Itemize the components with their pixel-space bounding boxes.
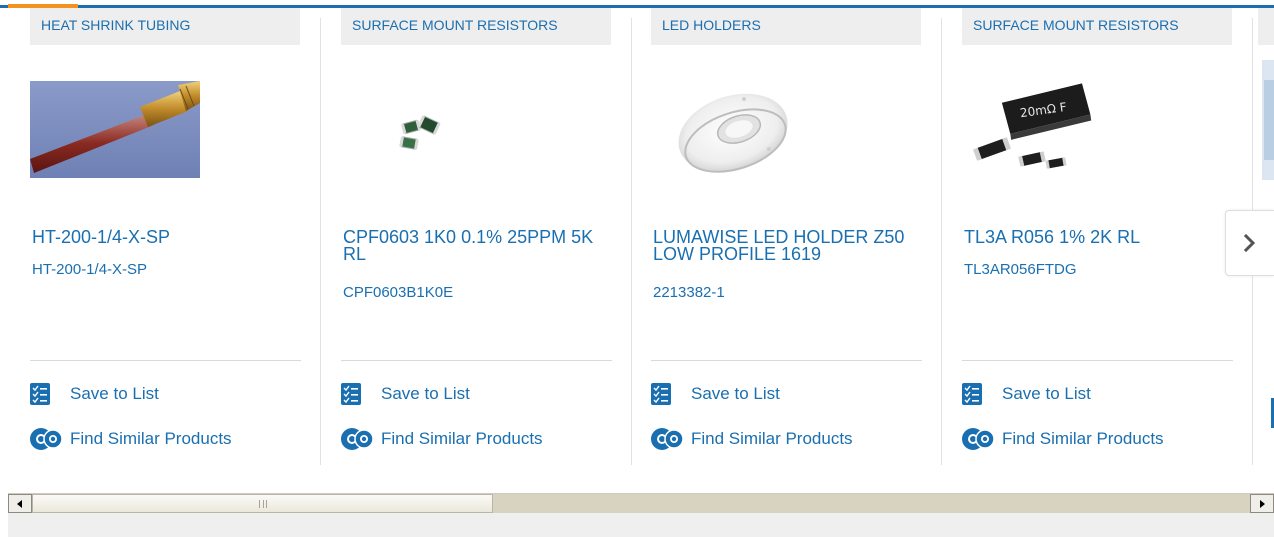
find-similar-label: Find Similar Products: [691, 429, 853, 448]
scrollbar-grip: [259, 500, 267, 508]
card-divider: [651, 360, 922, 361]
save-to-list-button[interactable]: Save to List: [341, 382, 470, 406]
find-similar-icon: [341, 428, 374, 450]
save-to-list-label: Save to List: [1002, 384, 1091, 403]
find-similar-button[interactable]: Find Similar Products: [962, 427, 1164, 451]
save-to-list-label: Save to List: [70, 384, 159, 403]
checklist-icon: [651, 383, 671, 405]
product-title-link[interactable]: HT-200-1/4-X-SP: [32, 228, 294, 246]
checklist-icon: [962, 383, 982, 405]
triangle-right-icon: [1260, 499, 1265, 508]
product-card: HEAT SHRINK TUBING HT-200-1/4-X-SP HT-20…: [30, 0, 302, 470]
category-tag[interactable]: SURFACE MOUNT RESISTORS: [341, 8, 611, 45]
save-to-list-label: Save to List: [691, 384, 780, 403]
category-tag[interactable]: LED HOLDERS: [651, 8, 921, 45]
product-title-link[interactable]: TL3A R056 1% 2K RL: [964, 228, 1226, 246]
find-similar-label: Find Similar Products: [1002, 429, 1164, 448]
part-number-link[interactable]: CPF0603B1K0E: [343, 284, 453, 301]
part-number-link[interactable]: TL3AR056FTDG: [964, 261, 1077, 278]
find-similar-button[interactable]: Find Similar Products: [341, 427, 543, 451]
triangle-left-icon: [17, 499, 22, 508]
card-divider: [341, 360, 612, 361]
save-to-list-button[interactable]: Save to List: [30, 382, 159, 406]
find-similar-icon: [30, 428, 63, 450]
horizontal-scrollbar[interactable]: [8, 493, 1274, 513]
card-separator: [941, 18, 942, 465]
save-to-list-label: Save to List: [381, 384, 470, 403]
bottom-panel: [8, 513, 1274, 537]
checklist-icon: [341, 383, 361, 405]
product-card: SURFACE MOUNT RESISTORS 20mΩ F TL3A R056…: [962, 0, 1234, 470]
category-tag-partial: [1258, 8, 1274, 45]
page-gutter: [0, 493, 8, 537]
scroll-left-button[interactable]: [8, 494, 32, 513]
find-similar-label: Find Similar Products: [381, 429, 543, 448]
card-separator: [631, 18, 632, 465]
category-tag[interactable]: SURFACE MOUNT RESISTORS: [962, 8, 1232, 45]
scrollbar-thumb[interactable]: [32, 494, 493, 513]
product-carousel: HEAT SHRINK TUBING HT-200-1/4-X-SP HT-20…: [0, 0, 1274, 470]
category-tag[interactable]: HEAT SHRINK TUBING: [30, 8, 300, 45]
save-to-list-button[interactable]: Save to List: [962, 382, 1091, 406]
find-similar-icon: [651, 428, 684, 450]
part-number-link[interactable]: 2213382-1: [653, 284, 725, 301]
product-title-link[interactable]: CPF0603 1K0 0.1% 25PPM 5K RL: [343, 228, 605, 263]
card-separator: [320, 18, 321, 465]
find-similar-icon: [962, 428, 995, 450]
product-image[interactable]: [341, 81, 511, 178]
checklist-icon: [30, 383, 50, 405]
chevron-right-icon: [1243, 233, 1256, 253]
product-card: LED HOLDERS LUMAWISE LED HOLDER Z50 LOW …: [651, 0, 923, 470]
save-to-list-button[interactable]: Save to List: [651, 382, 780, 406]
card-divider: [30, 360, 301, 361]
product-image[interactable]: 20mΩ F: [962, 81, 1132, 178]
product-image-partial: [1262, 60, 1274, 180]
product-card: SURFACE MOUNT RESISTORS CPF0603 1K0 0.1%…: [341, 0, 613, 470]
product-title-link[interactable]: LUMAWISE LED HOLDER Z50 LOW PROFILE 1619: [653, 228, 915, 263]
find-similar-label: Find Similar Products: [70, 429, 232, 448]
product-image[interactable]: [30, 81, 200, 178]
part-number-link[interactable]: HT-200-1/4-X-SP: [32, 261, 147, 278]
scrollbar-track[interactable]: [493, 494, 1250, 513]
find-similar-button[interactable]: Find Similar Products: [651, 427, 853, 451]
product-image[interactable]: [651, 81, 821, 178]
scroll-right-button[interactable]: [1250, 494, 1274, 513]
carousel-next-button[interactable]: [1225, 210, 1274, 276]
card-divider: [962, 360, 1233, 361]
find-similar-button[interactable]: Find Similar Products: [30, 427, 232, 451]
